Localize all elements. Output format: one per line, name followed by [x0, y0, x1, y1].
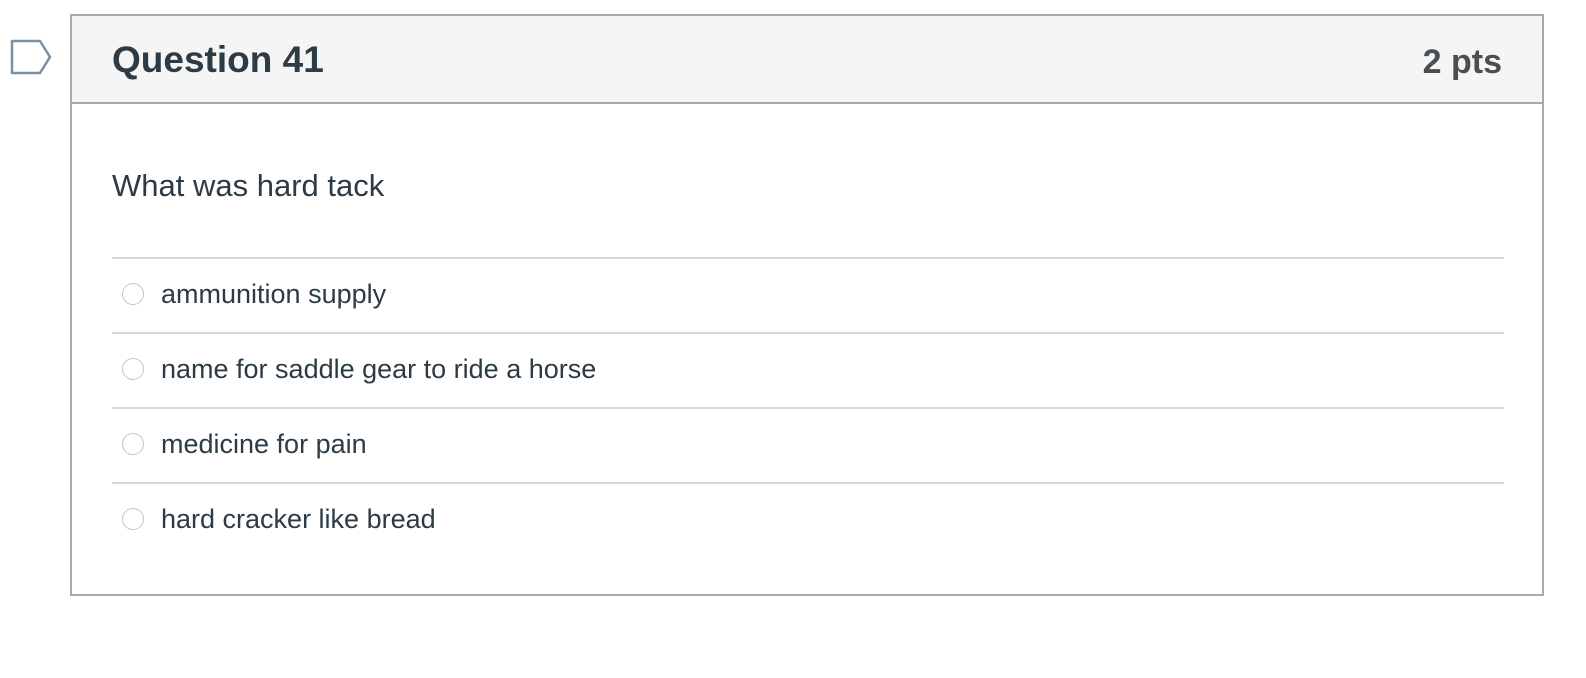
- answer-label[interactable]: medicine for pain: [161, 425, 367, 463]
- question-text: What was hard tack: [112, 168, 385, 203]
- answer-option[interactable]: medicine for pain: [112, 409, 1504, 484]
- question-points: 2 pts: [1422, 43, 1502, 81]
- answer-label[interactable]: hard cracker like bread: [161, 500, 436, 538]
- radio-button[interactable]: [122, 358, 144, 380]
- answer-option[interactable]: hard cracker like bread: [112, 484, 1504, 557]
- answer-option[interactable]: ammunition supply: [112, 259, 1504, 334]
- radio-button[interactable]: [122, 283, 144, 305]
- question-header: Question 41 2 pts: [72, 16, 1542, 104]
- answer-list: ammunition supply name for saddle gear t…: [112, 257, 1504, 557]
- radio-button[interactable]: [122, 508, 144, 530]
- answer-label[interactable]: ammunition supply: [161, 275, 386, 313]
- flag-question-icon[interactable]: [10, 38, 54, 76]
- question-card: Question 41 2 pts What was hard tack amm…: [70, 14, 1544, 596]
- answer-option[interactable]: name for saddle gear to ride a horse: [112, 334, 1504, 409]
- answer-label[interactable]: name for saddle gear to ride a horse: [161, 350, 596, 388]
- radio-button[interactable]: [122, 433, 144, 455]
- question-title: Question 41: [112, 39, 324, 80]
